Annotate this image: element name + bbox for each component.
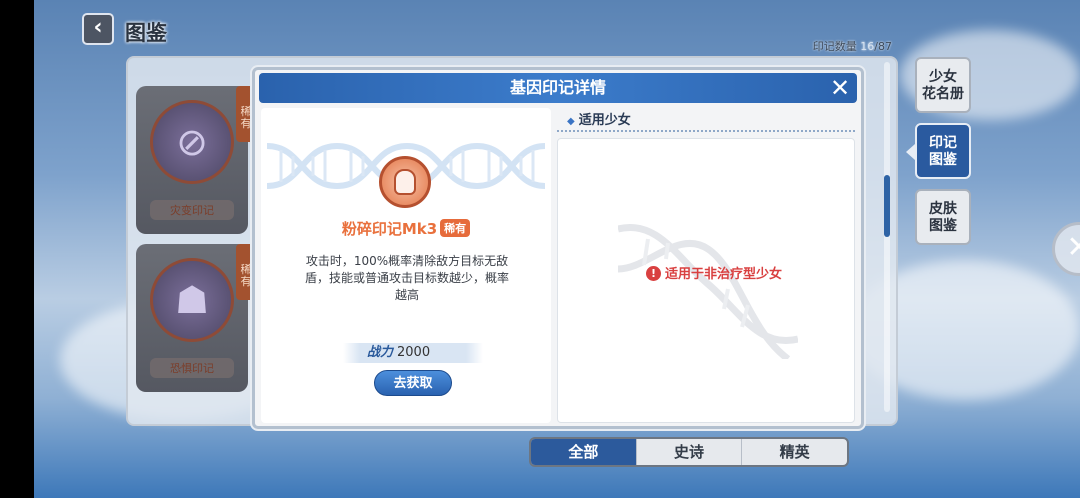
back-button[interactable]: ‹ bbox=[82, 13, 114, 45]
section-header: ◆ 适用少女 bbox=[557, 110, 855, 132]
filter-tab-epic[interactable]: 史诗 bbox=[637, 439, 743, 465]
warning-message: ! 适用于非治疗型少女 bbox=[646, 263, 782, 282]
mark-card-name: 灾变印记 bbox=[150, 200, 234, 220]
tab-mark-catalog[interactable]: 印记 图鉴 bbox=[915, 123, 971, 179]
scrollbar-track[interactable] bbox=[884, 62, 890, 412]
close-icon[interactable]: ✕ bbox=[827, 73, 853, 103]
section-title: 适用少女 bbox=[578, 113, 631, 128]
obtain-button[interactable]: 去获取 bbox=[374, 370, 452, 396]
tab-skin-catalog[interactable]: 皮肤 图鉴 bbox=[915, 189, 971, 245]
mark-description: 攻击时，100%概率清除敌方目标无敌盾，技能或普通攻击目标数越少，概率越高 bbox=[305, 254, 510, 302]
collection-owned: 16 bbox=[860, 40, 875, 53]
scrollbar-thumb[interactable] bbox=[884, 175, 890, 237]
ghost-forbidden-icon: ⊘ bbox=[150, 100, 234, 184]
mark-card[interactable]: ⊘ 稀有 灾变印记 bbox=[136, 86, 256, 234]
girls-list-box: ! 适用于非治疗型少女 bbox=[557, 138, 855, 423]
power-row: 战力 2000 bbox=[343, 343, 483, 363]
mark-detail-dialog: 基因印记详情 ✕ 粉碎印记Mk3 稀有 攻击时，100%概率清除敌方目标无敌盾，技… bbox=[252, 67, 864, 429]
exclamation-circle-icon: ! bbox=[646, 266, 661, 281]
rarity-filter-tabs: 全部 史诗 精英 bbox=[529, 437, 849, 467]
mark-name-row: 粉碎印记Mk3 稀有 bbox=[261, 218, 551, 239]
active-tab-arrow-icon bbox=[906, 144, 915, 160]
power-label: 战力 bbox=[367, 345, 394, 360]
filter-tab-all[interactable]: 全部 bbox=[531, 439, 637, 465]
warning-text: 适用于非治疗型少女 bbox=[665, 267, 783, 282]
overlay-close-icon[interactable]: ✕ bbox=[1052, 222, 1080, 276]
collection-total: /87 bbox=[874, 40, 892, 53]
tab-girl-roster[interactable]: 少女 花名册 bbox=[915, 57, 971, 113]
diamond-icon: ◆ bbox=[567, 116, 575, 127]
left-black-edge bbox=[0, 0, 34, 498]
rarity-badge: 稀有 bbox=[440, 219, 471, 237]
collection-count-label: 印记数量 bbox=[812, 40, 857, 53]
dialog-header: 基因印记详情 ✕ bbox=[259, 73, 857, 103]
mark-card-name: 恐惧印记 bbox=[150, 358, 234, 378]
mark-card[interactable]: ☗ 稀有 恐惧印记 bbox=[136, 244, 256, 392]
shatter-mark-icon bbox=[379, 156, 431, 208]
mark-info-pane: 粉碎印记Mk3 稀有 攻击时，100%概率清除敌方目标无敌盾，技能或普通攻击目标数… bbox=[261, 108, 551, 423]
dialog-title: 基因印记详情 bbox=[509, 78, 606, 97]
mark-name: 粉碎印记Mk3 bbox=[341, 220, 438, 238]
filter-tab-elite[interactable]: 精英 bbox=[742, 439, 847, 465]
dna-helix-icon bbox=[618, 224, 798, 359]
ghost-icon: ☗ bbox=[150, 258, 234, 342]
power-value: 2000 bbox=[397, 345, 431, 360]
collection-count: 印记数量 16/87 bbox=[813, 38, 892, 54]
applicable-girls-pane: ◆ 适用少女 ! 适用于非治疗型少女 bbox=[557, 108, 857, 423]
page-title: 图鉴 bbox=[125, 21, 167, 45]
